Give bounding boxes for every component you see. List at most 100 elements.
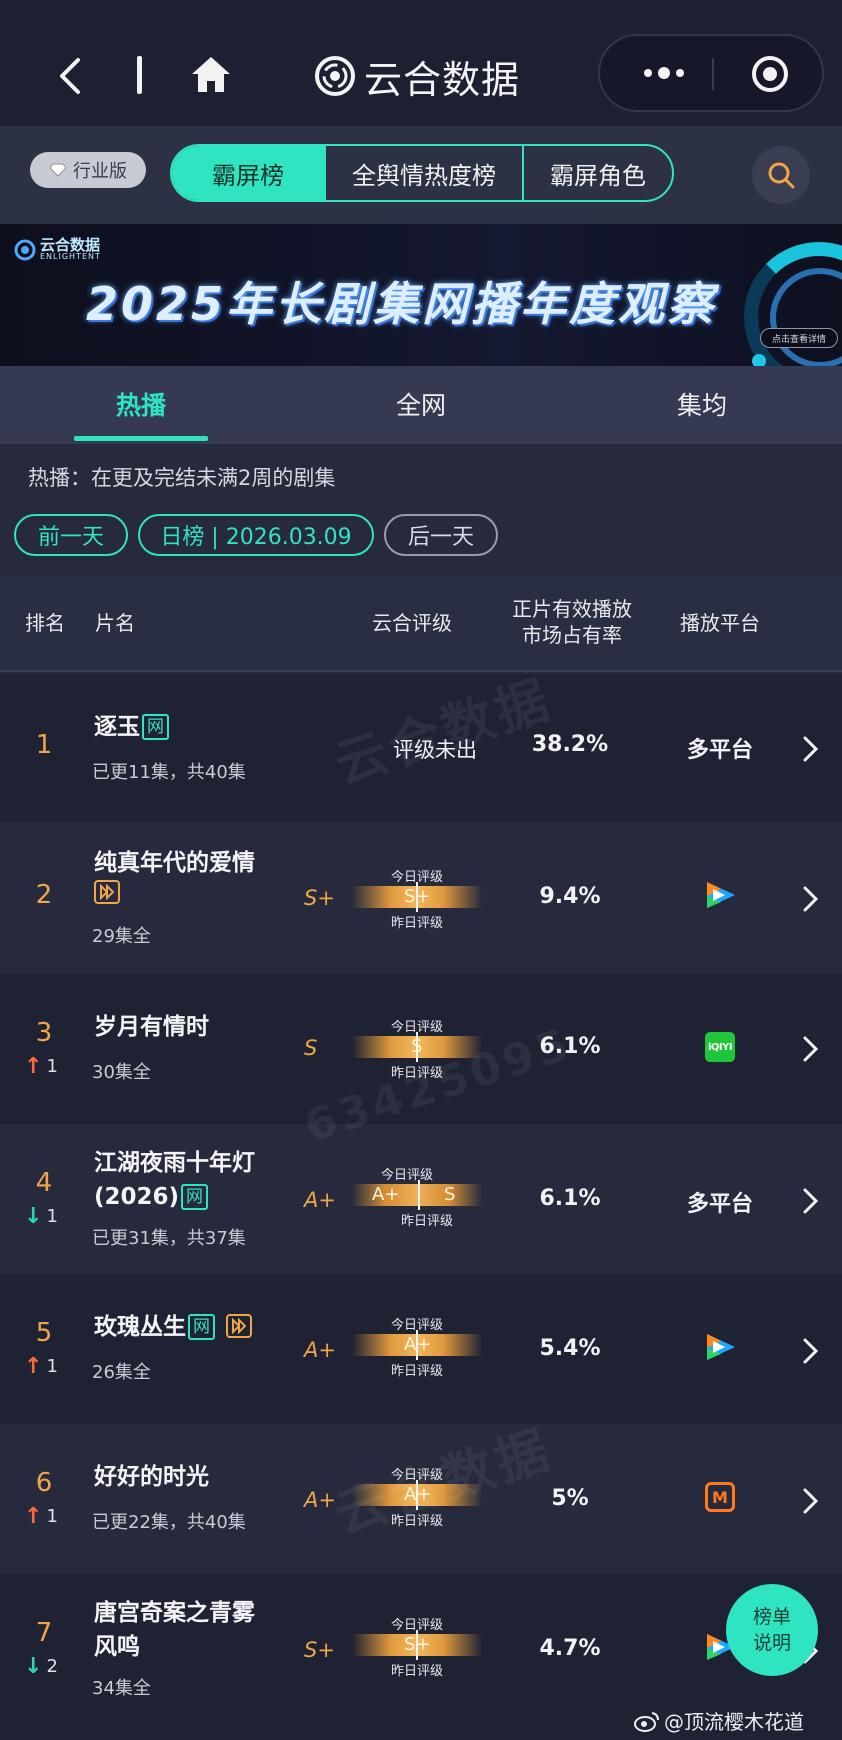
rating-gauge: 今日评级 A+ 昨日评级 — [352, 1464, 482, 1529]
grade-label: A+ — [304, 1488, 336, 1512]
market-share: 9.4% — [539, 884, 601, 909]
banner-logo: 云合数据 ENLIGHTENT — [14, 238, 101, 261]
rank-number: 2 — [35, 880, 53, 910]
banner-cta-button[interactable]: 点击查看详情 — [760, 328, 838, 348]
rank-change: ↓ 2 — [24, 1654, 58, 1679]
ranking-type-bar: 行业版 霸屏榜 全舆情热度榜 霸屏角色 — [0, 126, 842, 224]
subtab-all-network[interactable]: 全网 — [351, 386, 491, 422]
gauge-yesterday-grade: S — [444, 1184, 456, 1205]
promo-banner[interactable]: 云合数据 ENLIGHTENT 2025年长剧集网播年度观察 点击查看详情 — [0, 224, 842, 366]
episode-info: 26集全 — [92, 1362, 151, 1383]
tab-dominant-roles[interactable]: 霸屏角色 — [522, 146, 672, 200]
episode-info: 已更31集，共37集 — [92, 1228, 246, 1249]
weibo-handle: @顶流樱木花道 — [664, 1710, 804, 1734]
home-icon[interactable] — [190, 54, 232, 96]
gauge-marker — [416, 882, 418, 912]
float-label-2: 说明 — [752, 1632, 791, 1654]
weibo-icon — [634, 1711, 659, 1732]
gauge-marker — [418, 1180, 420, 1210]
rank-number: 5 — [35, 1318, 53, 1348]
network-tag: 网 — [181, 1184, 209, 1210]
chevron-right-icon[interactable] — [800, 884, 820, 914]
chevron-right-icon[interactable] — [800, 734, 820, 764]
rank-change: ↑ 1 — [24, 1354, 58, 1379]
weibo-credit: @顶流樱木花道 — [634, 1706, 804, 1735]
miniapp-capsule — [598, 34, 824, 112]
list-description: 热播：在更及完结未满2周的剧集 — [28, 466, 336, 490]
close-target-icon[interactable] — [750, 54, 790, 94]
platform-icon-wrap — [670, 1332, 770, 1362]
capsule-divider — [712, 58, 714, 90]
drama-title: 好好的时光 — [94, 1464, 209, 1490]
drama-title-line2: 风鸣 — [94, 1634, 140, 1660]
drama-title: 玫瑰丛生网 — [94, 1310, 253, 1344]
table-row[interactable]: 4 ↓ 1 江湖夜雨十年灯 (2026) 网 已更31集，共37集 A+ 今日评级 … — [0, 1124, 842, 1274]
market-share: 38.2% — [531, 732, 609, 757]
table-header: 排名 片名 云合评级 正片有效播放 市场占有率 播放平台 — [0, 576, 842, 672]
chevron-right-icon[interactable] — [800, 1486, 820, 1516]
tencent-video-icon — [707, 882, 735, 908]
more-dots-icon[interactable] — [630, 58, 710, 88]
chevron-right-icon[interactable] — [800, 1034, 820, 1064]
search-button[interactable] — [752, 146, 810, 204]
arrow-down-icon: ↓ — [24, 1654, 43, 1679]
drama-title: 逐玉网 — [94, 710, 169, 744]
market-share: 4.7% — [539, 1636, 601, 1661]
episode-info: 已更22集，共40集 — [92, 1512, 246, 1533]
top-nav-bar: 云合数据 — [0, 0, 842, 126]
grade-label: A+ — [304, 1188, 336, 1212]
ranking-segment-control: 霸屏榜 全舆情热度榜 霸屏角色 — [170, 144, 674, 202]
col-share-line2: 市场占有率 — [522, 623, 622, 647]
ranking-explanation-button[interactable]: 榜单 说明 — [726, 1584, 818, 1676]
table-row[interactable]: 2 纯真年代的爱情 29集全 S+ 今日评级 S+ 昨日评级 9.4% — [0, 822, 842, 974]
rating-gauge: 今日评级 S+ 昨日评级 — [352, 1614, 482, 1679]
platform-label: 多平台 — [686, 1192, 753, 1217]
tencent-video-icon — [707, 1334, 735, 1360]
gauge-bar: A+ — [352, 1480, 482, 1510]
col-share-line1: 正片有效播放 — [512, 597, 632, 621]
tab-public-opinion-heat[interactable]: 全舆情热度榜 — [324, 146, 522, 200]
rating-gauge: 今日评级 A+ 昨日评级 — [352, 1314, 482, 1379]
table-row[interactable]: 6 ↑1 好好的时光 已更22集，共40集 A+ 今日评级 A+ 昨日评级 5%… — [0, 1424, 842, 1574]
chevron-right-icon[interactable] — [800, 1336, 820, 1366]
next-day-button[interactable]: 后一天 — [384, 514, 498, 556]
table-row[interactable]: 3 ↑1 岁月有情时 30集全 S 今日评级 S 昨日评级 6.1% iQIYI — [0, 974, 842, 1124]
edition-badge[interactable]: 行业版 — [30, 152, 146, 188]
search-icon — [768, 162, 795, 189]
gauge-marker — [416, 1630, 418, 1660]
date-selector[interactable]: 日榜 | 2026.03.09 — [138, 514, 374, 556]
market-share: 5% — [551, 1486, 589, 1511]
episode-info: 已更11集，共40集 — [92, 762, 246, 783]
grade-label: S+ — [304, 886, 335, 910]
subtab-per-episode[interactable]: 集均 — [632, 386, 772, 422]
subtab-hot[interactable]: 热播 — [71, 386, 211, 422]
play-tag-icon — [226, 1314, 253, 1338]
change-value: 1 — [46, 1506, 58, 1527]
app-title: 云合数据 — [364, 57, 521, 102]
subtab-active-indicator — [74, 436, 208, 441]
gauge-today-grade: A+ — [372, 1184, 400, 1205]
back-arrow-icon[interactable] — [56, 56, 84, 96]
change-value: 1 — [46, 1206, 58, 1227]
float-label-1: 榜单 — [752, 1606, 791, 1628]
table-row[interactable]: 5 ↑1 玫瑰丛生网 26集全 A+ 今日评级 A+ 昨日评级 5.4% — [0, 1274, 842, 1424]
rank-number: 3 — [35, 1018, 53, 1048]
chevron-right-icon[interactable] — [800, 1186, 820, 1216]
gauge-bar: S+ — [352, 882, 482, 912]
diamond-icon — [49, 163, 67, 177]
table-row[interactable]: 1 逐玉网 已更11集，共40集 评级未出 38.2% 多平台 — [0, 674, 842, 822]
platform-label: 多平台 — [686, 738, 753, 763]
prev-day-button[interactable]: 前一天 — [14, 514, 128, 556]
yunhe-logo-icon — [14, 239, 36, 260]
gauge-yesterday-label: 昨日评级 — [390, 1364, 443, 1379]
yunhe-logo-icon — [315, 56, 355, 96]
banner-logo-text: 云合数据 — [40, 236, 101, 254]
drama-title-line2: (2026) 网 — [94, 1180, 209, 1214]
tab-screen-dominance[interactable]: 霸屏榜 — [172, 146, 324, 200]
drama-title-line1: 江湖夜雨十年灯 — [94, 1150, 255, 1176]
title-text: (2026) — [94, 1184, 180, 1210]
rating-gauge: 今日评级 A+ S 昨日评级 — [352, 1164, 482, 1229]
episode-info: 34集全 — [92, 1678, 151, 1699]
network-tag: 网 — [188, 1314, 215, 1340]
rating-gauge: 今日评级 S+ 昨日评级 — [352, 866, 482, 931]
